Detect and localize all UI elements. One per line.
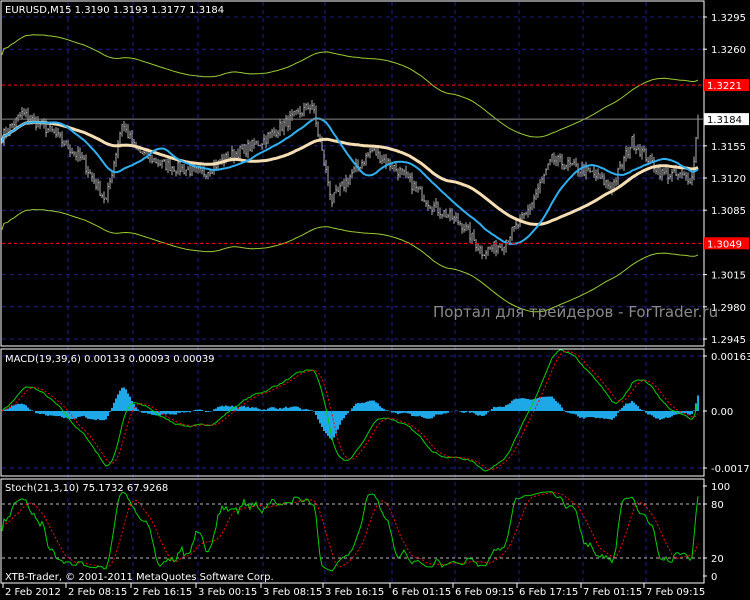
envelope-lower [1, 208, 699, 313]
x-tick-label: 6 Feb 17:15 [519, 587, 578, 598]
x-tick-label: 3 Feb 16:15 [325, 587, 384, 598]
level-label: 1.3221 [707, 81, 742, 92]
trading-chart[interactable]: 2 Feb 2012 2 Feb 08:15 2 Feb 16:15 3 Feb 00… [0, 0, 750, 600]
level-label: 1.3049 [707, 239, 742, 250]
y-tick-label: 0.00 [711, 407, 733, 418]
x-tick-label: 2 Feb 2012 [5, 587, 61, 598]
y-tick-label: 80 [711, 500, 724, 511]
x-tick-label: 3 Feb 00:15 [198, 587, 257, 598]
y-tick-label: -0.00172 [711, 464, 750, 475]
y-tick-label: 1.2945 [711, 335, 746, 346]
x-tick-label: 2 Feb 16:15 [133, 587, 192, 598]
macd-panel[interactable] [1, 349, 699, 472]
y-tick-label: 0.00163 [711, 352, 750, 363]
x-tick-label: 6 Feb 09:15 [455, 587, 514, 598]
y-tick-label: 100 [711, 482, 730, 493]
y-tick-label: 1.3015 [711, 271, 746, 282]
y-tick-label: 0 [711, 572, 717, 583]
y-tick-label: 1.3260 [711, 45, 746, 56]
y-tick-label: 1.3120 [711, 174, 746, 185]
x-tick-label: 7 Feb 01:15 [583, 587, 642, 598]
x-tick-label: 6 Feb 01:15 [392, 587, 451, 598]
price-panel[interactable] [0, 34, 703, 313]
macd-main-line [1, 349, 699, 472]
y-tick-label: 1.3295 [711, 13, 746, 24]
current-price-label: 1.3184 [707, 115, 742, 126]
y-tick-label: 20 [711, 554, 724, 565]
grid-lines [2, 2, 703, 582]
macd-label: MACD(19,39,6) 0.00133 0.00093 0.00039 [5, 354, 215, 365]
stoch-label: Stoch(21,3,10) 75.1732 67.9268 [5, 483, 168, 494]
envelope-upper [1, 34, 699, 138]
x-tick-label: 2 Feb 08:15 [68, 587, 127, 598]
watermark: Портал для трейдеров - ForTrader.ru [433, 303, 718, 321]
macd-signal-line [1, 350, 699, 471]
x-tick-label: 7 Feb 09:15 [646, 587, 705, 598]
x-tick-label: 3 Feb 08:15 [263, 587, 322, 598]
y-tick-label: 1.3155 [711, 142, 746, 153]
symbol-label: EURUSD,M15 1.3190 1.3193 1.3177 1.3184 [5, 5, 224, 16]
y-tick-label: 1.3085 [711, 206, 746, 217]
copyright-label: XTB-Trader, © 2001-2011 MetaQuotes Softw… [5, 572, 274, 583]
